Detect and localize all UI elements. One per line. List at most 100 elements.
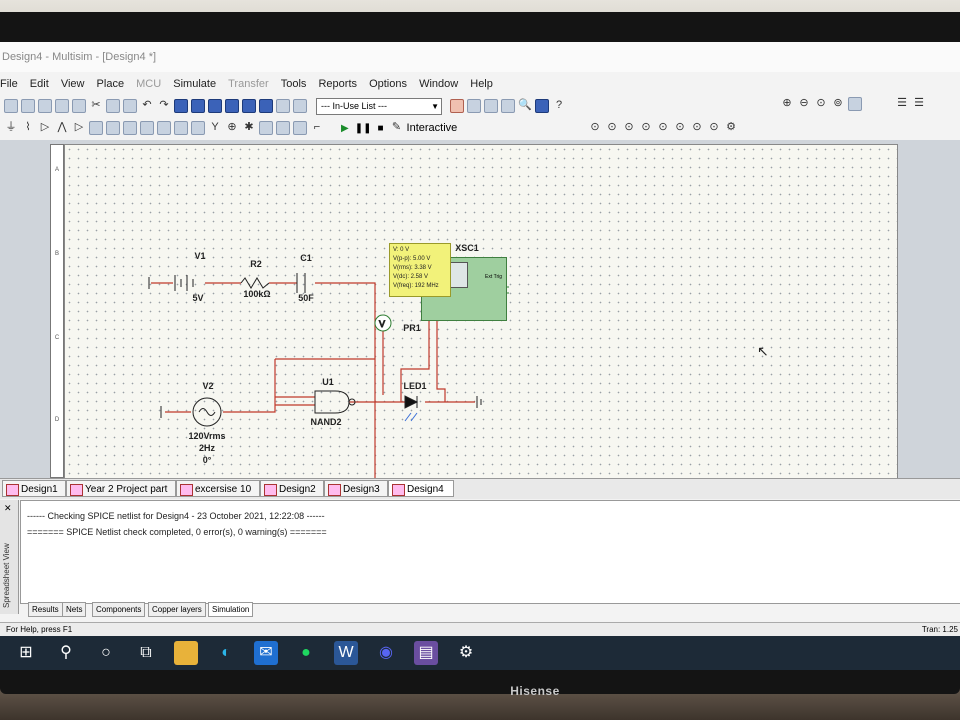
word-icon[interactable]: W xyxy=(334,641,358,665)
multimeter-icon[interactable]: ⊙ xyxy=(588,121,602,135)
power-icon[interactable] xyxy=(174,121,188,135)
tab-design2[interactable]: Design2 * xyxy=(260,480,324,512)
function-generator-icon[interactable]: ⊙ xyxy=(605,121,619,135)
run-simulation-button[interactable]: ▶ xyxy=(341,123,349,134)
open-icon[interactable] xyxy=(21,99,35,113)
tab-design4[interactable]: Design4 * xyxy=(388,480,454,512)
probe-icon[interactable] xyxy=(450,99,464,113)
menu-reports[interactable]: Reports xyxy=(318,74,357,94)
grid-view-icon[interactable] xyxy=(174,99,188,113)
menu-tools[interactable]: Tools xyxy=(281,74,307,94)
postprocessor-icon[interactable] xyxy=(276,99,290,113)
zoom-area-icon[interactable]: ⊙ xyxy=(814,97,828,111)
analog-icon[interactable]: ▷ xyxy=(72,121,86,135)
menu-view[interactable]: View xyxy=(61,74,85,94)
menu-edit[interactable]: Edit xyxy=(30,74,49,94)
multisim-icon[interactable]: ▤ xyxy=(414,641,438,665)
electromech-icon[interactable]: ⊕ xyxy=(225,121,239,135)
discord-icon[interactable]: ◉ xyxy=(374,641,398,665)
full-screen-icon[interactable] xyxy=(848,97,862,111)
spotify-icon[interactable]: ● xyxy=(294,641,318,665)
hierarchical-icon[interactable] xyxy=(293,121,307,135)
globe-icon[interactable] xyxy=(535,99,549,113)
erc-icon[interactable] xyxy=(293,99,307,113)
cmos-icon[interactable] xyxy=(106,121,120,135)
misc-digital-icon[interactable] xyxy=(123,121,137,135)
basic-icon[interactable]: ⌇ xyxy=(21,121,35,135)
list-alt-icon[interactable]: ☰ xyxy=(912,97,926,111)
back-annotate-icon[interactable] xyxy=(467,99,481,113)
zoom-in-icon[interactable]: ⊕ xyxy=(780,97,794,111)
rf-icon[interactable]: Y xyxy=(208,121,222,135)
zoom-out-icon[interactable]: ⊖ xyxy=(797,97,811,111)
ni-icon[interactable]: ✱ xyxy=(242,121,256,135)
schematic-canvas[interactable]: A B C D A B C D xyxy=(0,140,960,480)
cortana-icon[interactable]: ○ xyxy=(94,641,118,665)
bode-plotter-icon[interactable]: ⊙ xyxy=(656,121,670,135)
copy-icon[interactable] xyxy=(106,99,120,113)
indicator-icon[interactable] xyxy=(157,121,171,135)
pause-simulation-button[interactable]: ❚❚ xyxy=(355,123,372,134)
frequency-counter-icon[interactable]: ⊙ xyxy=(673,121,687,135)
tab-components[interactable]: Components xyxy=(92,602,146,617)
list-icon[interactable]: ☰ xyxy=(895,97,909,111)
settings-icon[interactable]: ⚙ xyxy=(724,121,738,135)
tab-nets[interactable]: Nets xyxy=(62,602,87,617)
new-icon[interactable] xyxy=(4,99,18,113)
in-use-list-dropdown[interactable]: --- In-Use List --- ▼ xyxy=(316,97,442,115)
word-generator-icon[interactable]: ⊙ xyxy=(690,121,704,135)
undo-icon[interactable]: ↶ xyxy=(140,99,154,113)
tab-simulation[interactable]: Simulation xyxy=(208,602,254,617)
netlist-icon[interactable] xyxy=(242,99,256,113)
search-icon[interactable]: ⚲ xyxy=(54,641,78,665)
tab-excersise10[interactable]: excersise 10 * xyxy=(176,480,260,512)
connector-icon[interactable] xyxy=(259,121,273,135)
transistor-icon[interactable]: ⋀ xyxy=(55,121,69,135)
wattmeter-icon[interactable]: ⊙ xyxy=(622,121,636,135)
menu-transfer[interactable]: Transfer xyxy=(228,74,269,94)
print-icon[interactable] xyxy=(55,99,69,113)
print-preview-icon[interactable] xyxy=(72,99,86,113)
menu-file[interactable]: File xyxy=(0,74,18,94)
tab-design3[interactable]: Design3 * xyxy=(324,480,388,512)
windows-start-icon[interactable]: ⊞ xyxy=(14,641,38,665)
ground-icon[interactable]: ⏚ xyxy=(4,121,18,135)
help-icon[interactable]: ? xyxy=(552,99,566,113)
logic-analyzer-icon[interactable]: ⊙ xyxy=(707,121,721,135)
menu-simulate[interactable]: Simulate xyxy=(173,74,216,94)
paste-icon[interactable] xyxy=(123,99,137,113)
edge-icon[interactable]: ◐ xyxy=(214,641,238,665)
tab-results[interactable]: Results xyxy=(28,602,63,617)
misc-icon[interactable] xyxy=(191,121,205,135)
stop-simulation-button[interactable]: ■ xyxy=(377,123,383,134)
menu-place[interactable]: Place xyxy=(97,74,125,94)
mail-icon[interactable]: ✉ xyxy=(254,641,278,665)
diode-icon[interactable]: ▷ xyxy=(38,121,52,135)
forward-annotate-icon[interactable] xyxy=(484,99,498,113)
tab-copper-layers[interactable]: Copper layers xyxy=(148,602,206,617)
menu-mcu[interactable]: MCU xyxy=(136,74,161,94)
menu-window[interactable]: Window xyxy=(419,74,458,94)
oscilloscope-icon[interactable]: ⊙ xyxy=(639,121,653,135)
export-icon[interactable] xyxy=(501,99,515,113)
menu-options[interactable]: Options xyxy=(369,74,407,94)
settings-gear-icon[interactable]: ⚙ xyxy=(454,641,478,665)
bus-icon[interactable]: ⌐ xyxy=(310,121,324,135)
schematic-sheet[interactable]: V V1 5V R2 100kΩ C1 50F V2 120Vrms 2Hz 0… xyxy=(64,144,898,480)
menu-help[interactable]: Help xyxy=(470,74,493,94)
search-icon[interactable]: 🔍 xyxy=(518,99,532,113)
redo-icon[interactable]: ↷ xyxy=(157,99,171,113)
component-icon[interactable] xyxy=(225,99,239,113)
zoom-fit-icon[interactable]: ⊚ xyxy=(831,97,845,111)
save-icon[interactable] xyxy=(38,99,52,113)
tab-design1[interactable]: Design1 * xyxy=(2,480,66,512)
close-icon[interactable]: ✕ xyxy=(4,503,12,514)
database-icon[interactable] xyxy=(208,99,222,113)
interactive-label[interactable]: Interactive xyxy=(407,122,458,134)
interactive-mode-icon[interactable]: ✎ xyxy=(390,121,404,135)
task-view-icon[interactable]: ⧉ xyxy=(134,641,158,665)
ttl-icon[interactable] xyxy=(89,121,103,135)
bom-icon[interactable] xyxy=(259,99,273,113)
mixed-icon[interactable] xyxy=(140,121,154,135)
spreadsheet-icon[interactable] xyxy=(191,99,205,113)
